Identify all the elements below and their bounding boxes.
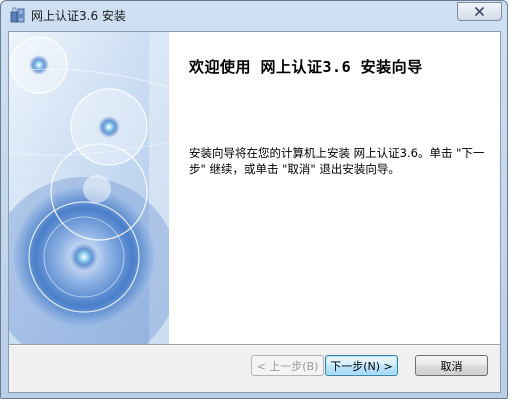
next-button[interactable]: 下一步(N) > bbox=[325, 355, 398, 376]
wizard-client-area: 欢迎使用 网上认证3.6 安装向导 安装向导将在您的计算机上安装 网上认证3.6… bbox=[8, 31, 501, 393]
welcome-heading: 欢迎使用 网上认证3.6 安装向导 bbox=[189, 58, 423, 76]
close-button[interactable] bbox=[457, 2, 502, 21]
window-title: 网上认证3.6 安装 bbox=[31, 9, 126, 23]
welcome-panel: 欢迎使用 网上认证3.6 安装向导 安装向导将在您的计算机上安装 网上认证3.6… bbox=[169, 32, 500, 344]
wizard-banner-image bbox=[9, 32, 169, 344]
close-icon bbox=[475, 7, 484, 16]
title-bar[interactable]: 网上认证3.6 安装 bbox=[1, 1, 507, 31]
welcome-description: 安装向导将在您的计算机上安装 网上认证3.6。单击 "下一步" 继续，或单击 "… bbox=[189, 146, 485, 176]
installer-window: 网上认证3.6 安装 欢迎使用 网上认证3.6 安装向导 安装向导将在您的计算机… bbox=[0, 0, 508, 399]
cancel-button[interactable]: 取消 bbox=[415, 355, 488, 376]
button-area-divider bbox=[9, 344, 500, 346]
back-button[interactable]: < 上一步(B) bbox=[251, 355, 324, 376]
installer-icon bbox=[10, 7, 26, 23]
